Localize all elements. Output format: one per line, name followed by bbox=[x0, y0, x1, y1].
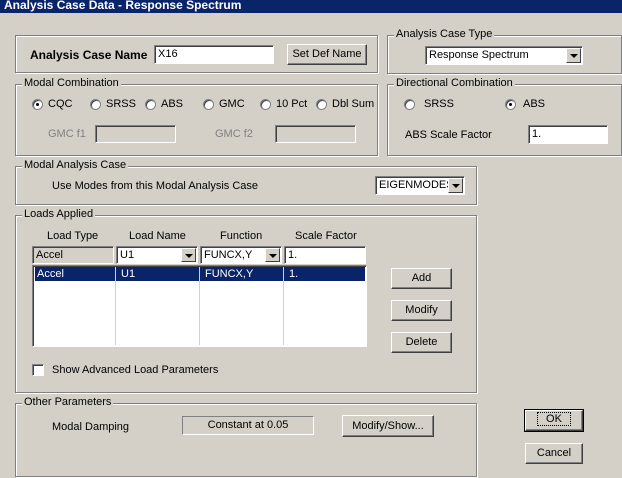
gmc-f1-input[interactable] bbox=[95, 125, 176, 143]
gmc-f2-label: GMC f2 bbox=[215, 128, 253, 140]
gmc-f1-label: GMC f1 bbox=[48, 128, 86, 140]
edit-function-select[interactable]: FUNCX,Y bbox=[200, 246, 282, 264]
header-load-name: Load Name bbox=[129, 230, 186, 242]
modal-case-select[interactable]: EIGENMODES bbox=[375, 176, 465, 195]
radio-abs[interactable] bbox=[145, 99, 156, 110]
row-function: FUNCX,Y bbox=[205, 268, 254, 280]
abs-scale-factor-label: ABS Scale Factor bbox=[405, 129, 492, 141]
edit-load-name-value: U1 bbox=[120, 249, 135, 261]
header-scale-factor: Scale Factor bbox=[295, 230, 357, 242]
loads-applied-legend: Loads Applied bbox=[22, 208, 96, 220]
radio-cqc[interactable] bbox=[32, 99, 43, 110]
modal-analysis-case-legend: Modal Analysis Case bbox=[22, 159, 129, 171]
radio-cqc-label: CQC bbox=[48, 98, 73, 110]
column-divider bbox=[199, 267, 200, 345]
row-scale: 1. bbox=[289, 268, 299, 280]
case-name-input[interactable]: X16 bbox=[154, 45, 274, 64]
ok-label: OK bbox=[537, 412, 571, 426]
row-load-name: U1 bbox=[121, 268, 136, 280]
radio-srss-label: SRSS bbox=[106, 98, 136, 110]
chevron-down-icon[interactable] bbox=[181, 248, 196, 262]
column-divider bbox=[115, 267, 116, 345]
radio-dir-srss-label: SRSS bbox=[424, 98, 454, 110]
set-def-name-button[interactable]: Set Def Name bbox=[287, 44, 367, 65]
modify-button[interactable]: Modify bbox=[391, 300, 452, 321]
radio-abs-label: ABS bbox=[161, 98, 184, 110]
edit-scale-input[interactable]: 1. bbox=[284, 246, 366, 264]
case-type-legend: Analysis Case Type bbox=[394, 28, 495, 40]
modal-combination-group: Modal Combination bbox=[15, 77, 378, 156]
abs-scale-factor-input[interactable]: 1. bbox=[528, 125, 608, 144]
cancel-button[interactable]: Cancel bbox=[525, 443, 583, 464]
delete-button[interactable]: Delete bbox=[391, 332, 452, 353]
modal-combination-legend: Modal Combination bbox=[22, 77, 121, 89]
ok-button[interactable]: OK bbox=[524, 409, 584, 432]
modal-analysis-case-label: Use Modes from this Modal Analysis Case bbox=[52, 180, 259, 192]
modal-damping-label: Modal Damping bbox=[52, 421, 130, 433]
column-divider bbox=[283, 267, 284, 345]
edit-load-name-select[interactable]: U1 bbox=[116, 246, 198, 264]
radio-dir-abs[interactable] bbox=[505, 99, 516, 110]
radio-10pct-label: 10 Pct bbox=[276, 98, 308, 110]
radio-gmc[interactable] bbox=[203, 99, 214, 110]
loads-list[interactable]: Accel U1 FUNCX,Y 1. bbox=[32, 265, 367, 347]
edit-function-value: FUNCX,Y bbox=[204, 249, 253, 261]
add-button[interactable]: Add bbox=[391, 268, 452, 289]
chevron-down-icon[interactable] bbox=[448, 178, 463, 193]
modal-case-value: EIGENMODES bbox=[379, 179, 448, 191]
case-type-select[interactable]: Response Spectrum bbox=[425, 46, 583, 65]
row-load-type: Accel bbox=[37, 268, 64, 280]
advanced-load-checkbox[interactable] bbox=[32, 364, 44, 376]
radio-srss[interactable] bbox=[90, 99, 101, 110]
case-name-label: Analysis Case Name bbox=[30, 48, 148, 62]
directional-combination-legend: Directional Combination bbox=[394, 77, 515, 89]
chevron-down-icon[interactable] bbox=[566, 48, 581, 63]
radio-gmc-label: GMC bbox=[219, 98, 245, 110]
edit-load-type: Accel bbox=[32, 246, 114, 264]
modify-show-button[interactable]: Modify/Show... bbox=[342, 415, 434, 437]
header-load-type: Load Type bbox=[47, 230, 99, 242]
gmc-f2-input[interactable] bbox=[275, 125, 356, 143]
radio-10pct[interactable] bbox=[260, 99, 271, 110]
modal-damping-value: Constant at 0.05 bbox=[182, 416, 314, 435]
header-function: Function bbox=[220, 230, 263, 242]
radio-dir-abs-label: ABS bbox=[523, 98, 546, 110]
window-title: Analysis Case Data - Response Spectrum bbox=[0, 0, 622, 13]
chevron-down-icon[interactable] bbox=[265, 248, 280, 262]
other-parameters-legend: Other Parameters bbox=[22, 396, 114, 408]
radio-dir-srss[interactable] bbox=[404, 99, 415, 110]
radio-dblsum[interactable] bbox=[316, 99, 327, 110]
case-type-value: Response Spectrum bbox=[429, 49, 529, 61]
advanced-load-label: Show Advanced Load Parameters bbox=[52, 364, 219, 376]
radio-dblsum-label: Dbl Sum bbox=[332, 98, 375, 110]
directional-combination-group: Directional Combination bbox=[387, 77, 622, 156]
table-row[interactable]: Accel U1 FUNCX,Y 1. bbox=[35, 267, 365, 281]
